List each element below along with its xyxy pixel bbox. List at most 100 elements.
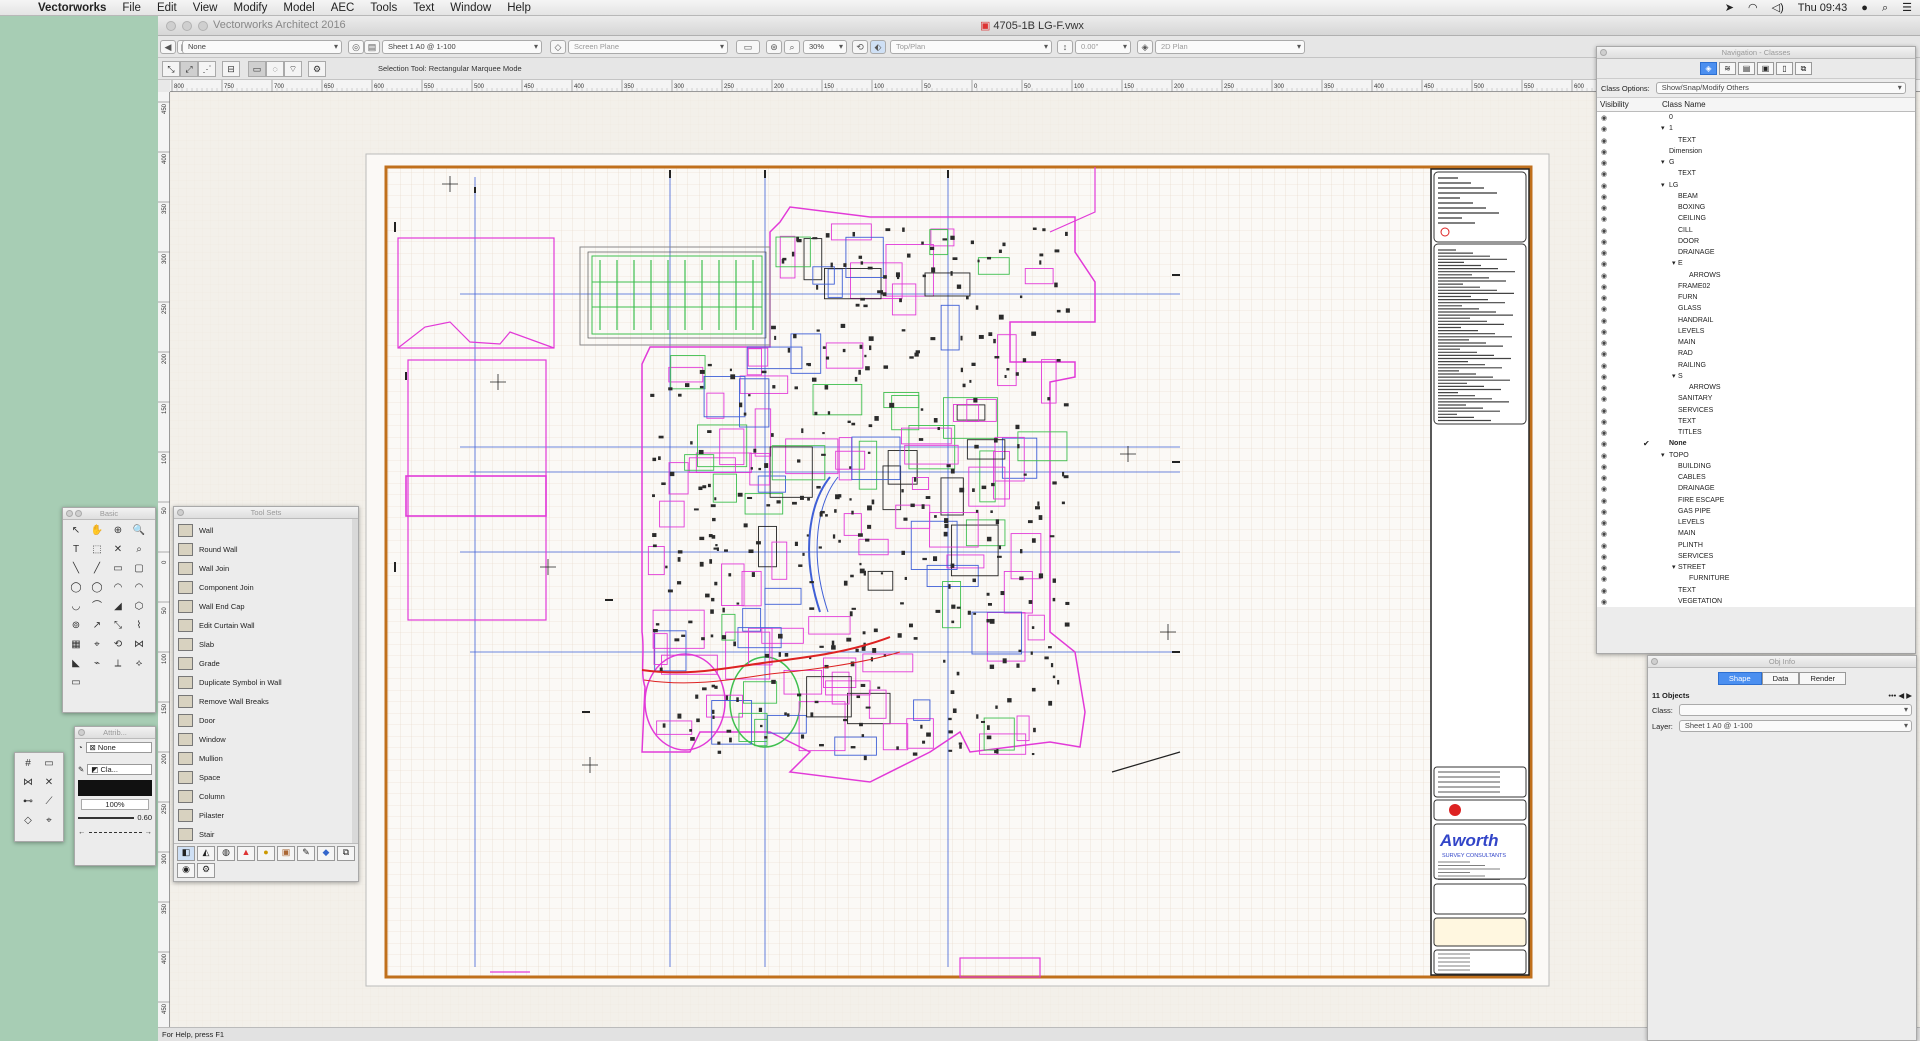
toolset-item[interactable]: Component Join bbox=[174, 578, 352, 597]
class-row[interactable]: ◉ MAIN bbox=[1597, 528, 1915, 539]
basic-tool-30-icon[interactable]: ⟂ bbox=[109, 656, 127, 672]
toolset-site-icon[interactable]: ◭ bbox=[197, 846, 215, 861]
basic-tool-7-icon[interactable]: ⌕ bbox=[130, 542, 148, 558]
class-row[interactable]: ◉ LEVELS bbox=[1597, 326, 1915, 337]
snap-angle-icon[interactable]: ⋈ bbox=[19, 775, 37, 791]
class-row[interactable]: ◉ ✔ None bbox=[1597, 438, 1915, 449]
sheet-icon[interactable]: ▭ bbox=[736, 40, 760, 54]
visibility-eye-icon[interactable]: ◉ bbox=[1601, 597, 1607, 608]
class-row[interactable]: ◉ BUILDING bbox=[1597, 461, 1915, 472]
basic-tool-25-icon[interactable]: ⌖ bbox=[88, 637, 106, 653]
thickness-field[interactable]: 0.60 bbox=[137, 813, 152, 822]
elevation-icon[interactable]: ↕ bbox=[1057, 40, 1073, 54]
tab-classes-icon[interactable]: ◈ bbox=[1700, 62, 1717, 75]
class-dropdown[interactable] bbox=[1678, 704, 1912, 716]
class-row[interactable]: ◉ 0 bbox=[1597, 112, 1915, 123]
toolset-machine-icon[interactable]: ⚙ bbox=[197, 863, 215, 878]
menu-edit[interactable]: Edit bbox=[149, 0, 185, 16]
tab-data[interactable]: Data bbox=[1761, 672, 1800, 685]
basic-tool-6-icon[interactable]: ✕ bbox=[109, 542, 127, 558]
render-mode-dropdown[interactable]: 2D Plan bbox=[1155, 40, 1305, 54]
toolset-item[interactable]: Door bbox=[174, 711, 352, 730]
basic-tool-24-icon[interactable]: ▦ bbox=[67, 637, 85, 653]
elevation-field[interactable]: 0.00" bbox=[1075, 40, 1131, 54]
basic-tool-2-icon[interactable]: ⊕ bbox=[109, 523, 127, 539]
rectangular-marquee-icon[interactable]: ▭ bbox=[248, 61, 266, 77]
class-row[interactable]: ◉ SERVICES bbox=[1597, 405, 1915, 416]
class-row[interactable]: ◉ ARROWS bbox=[1597, 382, 1915, 393]
toolset-item[interactable]: Grade bbox=[174, 654, 352, 673]
opacity-field[interactable]: 100% bbox=[81, 799, 149, 810]
basic-tool-8-icon[interactable]: ╲ bbox=[67, 561, 85, 577]
snap-object-icon[interactable]: ▭ bbox=[40, 756, 58, 772]
class-row[interactable]: ◉ BEAM bbox=[1597, 191, 1915, 202]
class-row[interactable]: ◉ TEXT bbox=[1597, 168, 1915, 179]
tool-sets-titlebar[interactable]: Tool Sets bbox=[174, 507, 358, 519]
navigation-close-button[interactable] bbox=[1600, 49, 1607, 56]
disclosure-triangle-icon[interactable]: ▾ bbox=[1661, 180, 1665, 191]
basic-tool-3-icon[interactable]: 🔍 bbox=[130, 523, 148, 539]
basic-tool-19-icon[interactable]: ⬡ bbox=[130, 599, 148, 615]
class-row[interactable]: ◉ SERVICES bbox=[1597, 551, 1915, 562]
spotlight-icon[interactable]: ⌕ bbox=[1882, 0, 1888, 16]
snap-distance-icon[interactable]: ⊷ bbox=[19, 794, 37, 810]
basic-tool-21-icon[interactable]: ↗ bbox=[88, 618, 106, 634]
basic-tool-26-icon[interactable]: ⟲ bbox=[109, 637, 127, 653]
menu-model[interactable]: Model bbox=[275, 0, 322, 16]
tab-viewports-icon[interactable]: ▣ bbox=[1757, 62, 1774, 75]
zoom-dropdown[interactable]: 30% bbox=[803, 40, 847, 54]
basic-minimize-button[interactable] bbox=[75, 510, 82, 517]
class-row[interactable]: ◉ Dimension bbox=[1597, 146, 1915, 157]
object-info-close-button[interactable] bbox=[1651, 658, 1658, 665]
class-row[interactable]: ◉ CILL bbox=[1597, 225, 1915, 236]
render-mode-icon[interactable]: ◈ bbox=[1137, 40, 1153, 54]
selection-mode-1-icon[interactable]: ⤡ bbox=[162, 61, 180, 77]
toolset-building-shell-icon[interactable]: ◧ bbox=[177, 846, 195, 861]
basic-close-button[interactable] bbox=[66, 510, 73, 517]
class-row[interactable]: ◉ RAILING bbox=[1597, 360, 1915, 371]
visibility-column-header[interactable]: Visibility bbox=[1600, 100, 1662, 109]
toolset-item[interactable]: Window bbox=[174, 730, 352, 749]
toolset-3d-icon[interactable]: ◉ bbox=[177, 863, 195, 878]
class-row[interactable]: ◉ TEXT bbox=[1597, 135, 1915, 146]
basic-tool-29-icon[interactable]: ⌁ bbox=[88, 656, 106, 672]
class-row[interactable]: ◉ ARROWS bbox=[1597, 270, 1915, 281]
basic-tool-9-icon[interactable]: ╱ bbox=[88, 561, 106, 577]
tab-sheets-icon[interactable]: ▤ bbox=[1738, 62, 1755, 75]
disclosure-triangle-icon[interactable]: ▾ bbox=[1661, 157, 1665, 168]
class-row[interactable]: ◉ SANITARY bbox=[1597, 393, 1915, 404]
toolset-item[interactable]: Round Wall bbox=[174, 540, 352, 559]
tab-references-icon[interactable]: ⧉ bbox=[1795, 62, 1812, 75]
snap-intersection-icon[interactable]: ✕ bbox=[40, 775, 58, 791]
active-layer-dropdown[interactable]: Sheet 1 A0 @ 1-100 bbox=[382, 40, 542, 54]
zoom-icon[interactable]: ⌕ bbox=[784, 40, 800, 54]
volume-icon[interactable]: ◁) bbox=[1772, 0, 1784, 16]
class-options-icon[interactable]: ◎ bbox=[348, 40, 364, 54]
class-row[interactable]: ◉ TEXT bbox=[1597, 416, 1915, 427]
class-row[interactable]: ◉ ▾ LG bbox=[1597, 180, 1915, 191]
toolset-shapes-icon[interactable]: ▲ bbox=[237, 846, 255, 861]
snap-grid-icon[interactable]: # bbox=[19, 756, 37, 772]
selection-mode-3-icon[interactable]: ⋰ bbox=[198, 61, 216, 77]
class-row[interactable]: ◉ ▾ STREET bbox=[1597, 562, 1915, 573]
marquee-mode-icon[interactable]: ⊟ bbox=[222, 61, 240, 77]
basic-tool-17-icon[interactable]: ⌒ bbox=[88, 599, 106, 615]
class-row[interactable]: ◉ FURNITURE bbox=[1597, 573, 1915, 584]
basic-tool-32-icon[interactable]: ▭ bbox=[67, 675, 85, 691]
attributes-close-button[interactable] bbox=[78, 729, 85, 736]
toolset-objects-icon[interactable]: ▣ bbox=[277, 846, 295, 861]
layer-options-icon[interactable]: ▤ bbox=[364, 40, 380, 54]
class-row[interactable]: ◉ FRAME02 bbox=[1597, 281, 1915, 292]
basic-tool-31-icon[interactable]: ⟡ bbox=[130, 656, 148, 672]
fit-objects-icon[interactable]: ⊛ bbox=[766, 40, 782, 54]
basic-tool-23-icon[interactable]: ⌇ bbox=[130, 618, 148, 634]
class-row[interactable]: ◉ FURN bbox=[1597, 292, 1915, 303]
toolset-lighting-icon[interactable]: ● bbox=[257, 846, 275, 861]
menu-window[interactable]: Window bbox=[442, 0, 499, 16]
basic-palette-titlebar[interactable]: Basic bbox=[63, 508, 155, 520]
plane-icon[interactable]: ◇ bbox=[550, 40, 566, 54]
disclosure-triangle-icon[interactable]: ▾ bbox=[1661, 123, 1665, 134]
class-row[interactable]: ◉ CABLES bbox=[1597, 472, 1915, 483]
menu-file[interactable]: File bbox=[114, 0, 149, 16]
class-row[interactable]: ◉ ▾ G bbox=[1597, 157, 1915, 168]
